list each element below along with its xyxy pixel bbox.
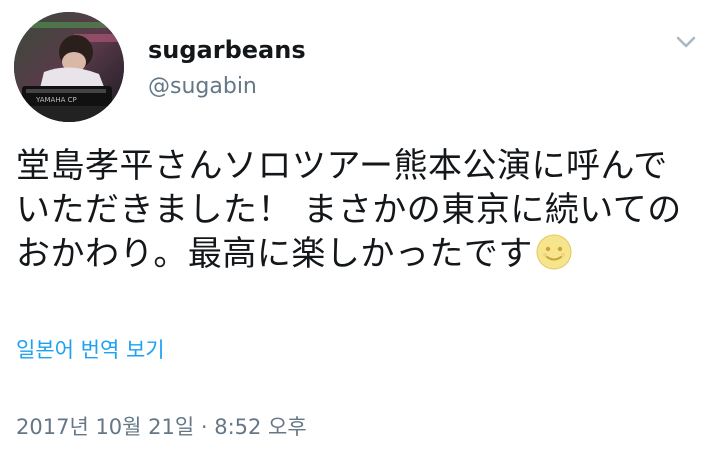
tweet-text-line: おかわり。最高に楽しかったです <box>16 232 706 276</box>
avatar-photo-icon: YAMAHA CP <box>14 12 124 122</box>
tweet-text-line-content: おかわり。最高に楽しかったです <box>16 234 533 274</box>
tweet-text: 堂島孝平さんソロツアー熊本公演に呼んで いただきました！ まさかの東京に続いての… <box>16 144 706 276</box>
svg-text:YAMAHA CP: YAMAHA CP <box>35 96 77 104</box>
translate-link[interactable]: 일본어 번역 보기 <box>16 334 165 364</box>
tweet-text-line: 堂島孝平さんソロツアー熊本公演に呼んで <box>16 146 668 186</box>
smiling-moon-face-icon <box>536 234 572 270</box>
chevron-down-icon[interactable] <box>672 28 700 56</box>
user-handle[interactable]: @sugabin <box>148 74 257 99</box>
tweet-text-line: いただきました！ まさかの東京に続いての <box>16 190 682 230</box>
display-name[interactable]: sugarbeans <box>148 36 306 64</box>
timestamp[interactable]: 2017년 10월 21일 · 8:52 오후 <box>16 411 307 441</box>
avatar[interactable]: YAMAHA CP <box>14 12 124 122</box>
